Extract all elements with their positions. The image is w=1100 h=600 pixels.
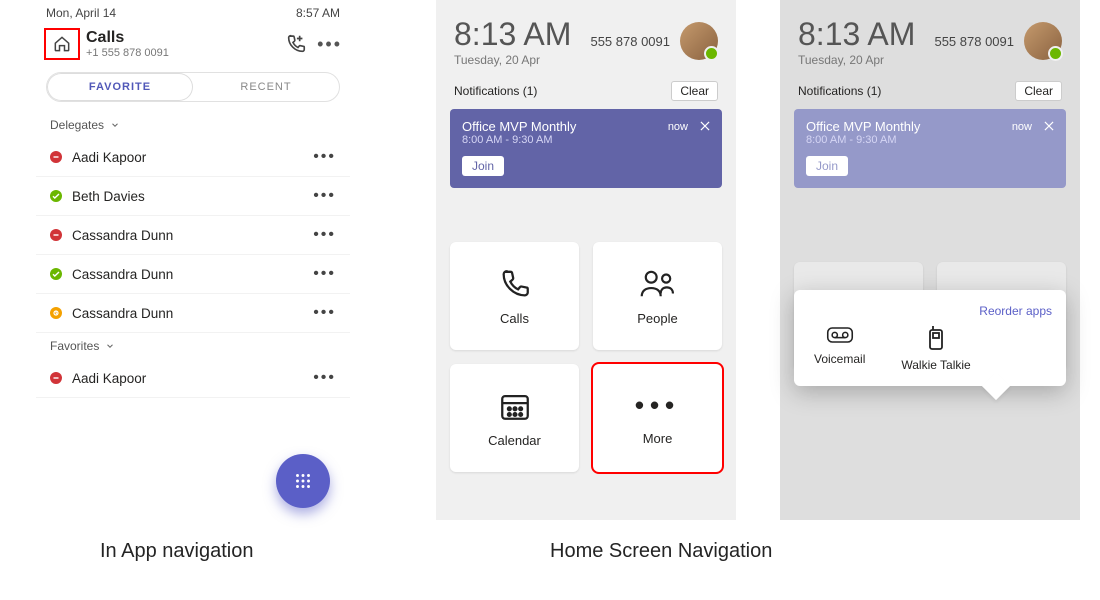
contact-row[interactable]: Cassandra Dunn ••• — [36, 294, 350, 333]
contact-row[interactable]: Aadi Kapoor ••• — [36, 138, 350, 177]
avatar[interactable] — [1024, 22, 1062, 60]
more-icon[interactable]: ••• — [313, 304, 336, 322]
notification-subtitle: 8:00 AM - 9:30 AM — [462, 134, 710, 146]
contact-row[interactable]: Cassandra Dunn ••• — [36, 216, 350, 255]
home-screen-panel: 8:13 AM Tuesday, 20 Apr 555 878 0091 Not… — [436, 0, 736, 520]
status-bar: Mon, April 14 8:57 AM — [36, 0, 350, 24]
more-popover: Reorder apps Voicemail Walkie Talkie — [794, 290, 1066, 386]
chevron-down-icon — [105, 341, 115, 351]
contact-name: Aadi Kapoor — [72, 150, 146, 165]
contact-name: Cassandra Dunn — [72, 306, 173, 321]
more-icon: ••• — [635, 390, 680, 421]
notification-card[interactable]: Office MVP Monthly 8:00 AM - 9:30 AM now… — [450, 109, 722, 188]
tile-calls[interactable]: Calls — [450, 242, 579, 350]
more-icon[interactable]: ••• — [313, 265, 336, 283]
home-button-highlight — [44, 28, 80, 60]
notification-subtitle: 8:00 AM - 9:30 AM — [806, 134, 1054, 146]
tabs: FAVORITE RECENT — [46, 72, 340, 102]
contact-name: Cassandra Dunn — [72, 228, 173, 243]
clear-button[interactable]: Clear — [671, 81, 718, 101]
reorder-apps-link[interactable]: Reorder apps — [808, 304, 1052, 318]
chevron-down-icon — [110, 120, 120, 130]
popover-item-walkie-talkie[interactable]: Walkie Talkie — [901, 324, 970, 372]
popover-item-voicemail[interactable]: Voicemail — [814, 324, 865, 372]
header-phone: 555 878 0091 — [934, 34, 1014, 49]
status-time: 8:57 AM — [296, 6, 340, 20]
more-icon[interactable]: ••• — [313, 187, 336, 205]
close-icon[interactable] — [698, 119, 712, 133]
contact-name: Beth Davies — [72, 189, 145, 204]
presence-red-icon — [50, 151, 62, 163]
caption-in-app: In App navigation — [100, 540, 253, 563]
join-button[interactable]: Join — [806, 156, 848, 176]
notification-card[interactable]: Office MVP Monthly 8:00 AM - 9:30 AM now… — [794, 109, 1066, 188]
caption-home-screen: Home Screen Navigation — [550, 540, 772, 563]
notifications-label: Notifications (1) — [798, 84, 881, 98]
tab-favorite[interactable]: FAVORITE — [47, 73, 193, 101]
avatar[interactable] — [680, 22, 718, 60]
notifications-label: Notifications (1) — [454, 84, 537, 98]
page-subtitle-phone: +1 555 878 0091 — [86, 47, 169, 59]
close-icon[interactable] — [1042, 119, 1056, 133]
dialpad-button[interactable] — [276, 454, 330, 508]
contact-name: Aadi Kapoor — [72, 371, 146, 386]
voicemail-icon — [826, 324, 854, 346]
notification-now: now — [1012, 121, 1032, 133]
status-date: Mon, April 14 — [46, 6, 116, 20]
clear-button[interactable]: Clear — [1015, 81, 1062, 101]
header-phone: 555 878 0091 — [590, 34, 670, 49]
home-icon[interactable] — [52, 34, 72, 54]
contact-row[interactable]: Beth Davies ••• — [36, 177, 350, 216]
tile-people[interactable]: People — [593, 242, 722, 350]
more-icon[interactable]: ••• — [313, 226, 336, 244]
in-app-navigation-panel: Mon, April 14 8:57 AM Calls +1 555 878 0… — [36, 0, 350, 520]
tile-more[interactable]: ••• More — [593, 364, 722, 472]
calendar-icon — [498, 389, 532, 423]
calls-header: Calls +1 555 878 0091 ••• — [36, 24, 350, 64]
more-icon[interactable]: ••• — [313, 148, 336, 166]
section-delegates[interactable]: Delegates — [36, 112, 350, 138]
presence-red-icon — [50, 372, 62, 384]
tile-calendar[interactable]: Calendar — [450, 364, 579, 472]
tab-recent[interactable]: RECENT — [193, 73, 339, 101]
add-call-icon[interactable] — [285, 33, 307, 55]
contact-name: Cassandra Dunn — [72, 267, 173, 282]
contact-row[interactable]: Cassandra Dunn ••• — [36, 255, 350, 294]
presence-green-icon — [50, 190, 62, 202]
walkie-talkie-icon — [925, 324, 947, 352]
contact-row[interactable]: Aadi Kapoor ••• — [36, 359, 350, 398]
people-icon — [639, 267, 677, 301]
presence-red-icon — [50, 229, 62, 241]
join-button[interactable]: Join — [462, 156, 504, 176]
home-screen-panel-more-open: 8:13 AM Tuesday, 20 Apr 555 878 0091 Not… — [780, 0, 1080, 520]
more-icon[interactable]: ••• — [317, 34, 342, 55]
more-icon[interactable]: ••• — [313, 369, 336, 387]
page-title: Calls — [86, 29, 169, 47]
section-favorites[interactable]: Favorites — [36, 333, 350, 359]
presence-green-icon — [50, 268, 62, 280]
notification-now: now — [668, 121, 688, 133]
phone-icon — [498, 267, 532, 301]
presence-orange-icon — [50, 307, 62, 319]
